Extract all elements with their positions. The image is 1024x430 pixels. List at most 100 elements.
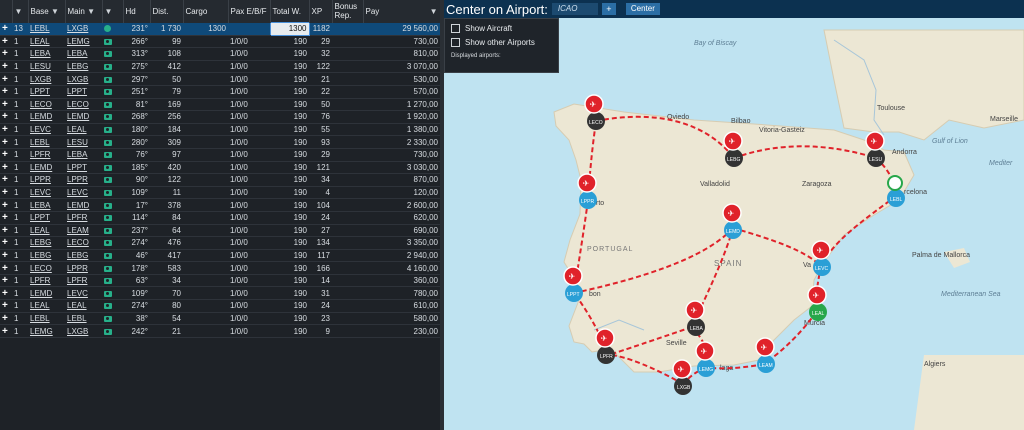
table-row[interactable]: +1 LEBL LEBL 38° 54 1/0/0 190 23 580,00 — [0, 312, 440, 326]
expand-button[interactable]: + — [0, 47, 12, 61]
table-row[interactable]: +1 LEAL LEAL 274° 80 1/0/0 190 24 610,00 — [0, 299, 440, 313]
cell-base[interactable]: LEBG — [28, 236, 65, 250]
cell-main[interactable]: LEBG — [65, 60, 102, 74]
cell-base[interactable]: LXGB — [28, 72, 65, 86]
col-xp[interactable]: XP — [309, 0, 333, 23]
cell-main[interactable]: LEBL — [65, 312, 102, 326]
filter-icon[interactable]: ▼ — [15, 7, 23, 16]
col-pax[interactable]: Pax E/B/F — [228, 0, 271, 23]
expand-button[interactable]: + — [0, 324, 12, 338]
camera-icon[interactable] — [102, 60, 123, 74]
show-aircraft-checkbox[interactable]: Show Aircraft — [451, 24, 558, 33]
camera-icon[interactable] — [102, 198, 123, 212]
expand-button[interactable]: + — [0, 135, 12, 149]
table-row[interactable]: +1 LEVC LEVC 109° 11 1/0/0 190 4 120,00 — [0, 186, 440, 200]
camera-icon[interactable] — [102, 35, 123, 49]
cell-base[interactable]: LPFR — [28, 148, 65, 162]
table-row[interactable]: +1 LEBA LEMD 17° 378 1/0/0 190 104 2 600,00 — [0, 198, 440, 212]
col-icon[interactable]: ▼ — [102, 0, 124, 23]
camera-icon[interactable] — [102, 85, 123, 99]
cell-base[interactable]: LEAL — [28, 35, 65, 49]
table-row[interactable]: +1 LPFR LEBA 76° 97 1/0/0 190 29 730,00 — [0, 148, 440, 162]
expand-button[interactable]: + — [0, 110, 12, 124]
camera-icon[interactable] — [102, 161, 123, 175]
cell-main[interactable]: LEMD — [65, 110, 102, 124]
table-row[interactable]: +1 LPPT LPPT 251° 79 1/0/0 190 22 570,00 — [0, 85, 440, 99]
expand-button[interactable]: + — [0, 211, 12, 225]
camera-icon[interactable] — [102, 186, 123, 200]
expand-button[interactable]: + — [0, 236, 12, 250]
cell-base[interactable]: LPFR — [28, 274, 65, 288]
camera-icon[interactable] — [102, 324, 123, 338]
expand-button[interactable]: + — [0, 198, 12, 212]
cell-base[interactable]: LEMD — [28, 286, 65, 301]
cell-main[interactable]: LEBA — [65, 148, 102, 162]
camera-icon[interactable] — [102, 135, 123, 149]
cell-main[interactable]: LXGB — [65, 324, 102, 338]
camera-icon[interactable] — [102, 211, 123, 225]
expand-button[interactable]: + — [0, 85, 12, 99]
cell-main[interactable]: LEVC — [65, 186, 102, 200]
cell-main[interactable]: LEMG — [65, 35, 102, 49]
cell-base[interactable]: LESU — [28, 60, 65, 74]
table-row[interactable]: +1 LECO LECO 81° 169 1/0/0 190 50 1 270,00 — [0, 98, 440, 112]
col-total-weight[interactable]: Total W. — [270, 0, 310, 23]
camera-icon[interactable] — [102, 98, 123, 112]
col-pay[interactable]: Pay ▼ — [363, 0, 440, 23]
table-row[interactable]: +1 LEVC LEAL 180° 184 1/0/0 190 55 1 380,00 — [0, 123, 440, 137]
expand-button[interactable]: + — [0, 261, 12, 275]
table-row[interactable]: +1 LEMD LPPT 185° 420 1/0/0 190 121 3 030,00 — [0, 161, 440, 175]
cell-main[interactable]: LXGB — [65, 22, 102, 36]
expand-button[interactable]: + — [0, 72, 12, 86]
table-row[interactable]: +1 LEBG LECO 274° 476 1/0/0 190 134 3 350,00 — [0, 236, 440, 250]
camera-icon[interactable] — [102, 274, 123, 288]
col-bonus-rep[interactable]: Bonus Rep. — [332, 0, 364, 23]
cell-base[interactable]: LEAL — [28, 299, 65, 313]
cell-main[interactable]: LEVC — [65, 286, 102, 301]
col-count[interactable]: ▼ — [12, 0, 29, 23]
cell-base[interactable]: LEBL — [28, 135, 65, 149]
table-row[interactable]: +1 LEAL LEMG 266° 99 1/0/0 190 29 730,00 — [0, 35, 440, 49]
cell-base[interactable]: LEBA — [28, 198, 65, 212]
cell-main[interactable]: LPPR — [65, 173, 102, 187]
cell-main[interactable]: LEMD — [65, 198, 102, 212]
checkbox-box[interactable] — [451, 38, 460, 47]
show-other-airports-checkbox[interactable]: Show other Airports — [451, 38, 558, 47]
add-button[interactable]: + — [601, 3, 616, 15]
cell-main[interactable]: LPPR — [65, 261, 102, 275]
camera-icon[interactable] — [102, 286, 123, 301]
expand-button[interactable]: + — [0, 224, 12, 238]
camera-icon[interactable] — [102, 236, 123, 250]
col-hd[interactable]: Hd — [123, 0, 151, 23]
camera-icon[interactable] — [102, 299, 123, 313]
expand-button[interactable]: + — [0, 286, 12, 301]
cell-base[interactable]: LEVC — [28, 186, 65, 200]
cell-main[interactable]: LECO — [65, 236, 102, 250]
camera-icon[interactable] — [102, 312, 123, 326]
col-main[interactable]: Main ▼ — [65, 0, 103, 23]
col-base[interactable]: Base ▼ — [28, 0, 66, 23]
camera-icon[interactable] — [102, 224, 123, 238]
table-row[interactable]: +1 LEMG LXGB 242° 21 1/0/0 190 9 230,00 — [0, 324, 440, 338]
expand-button[interactable]: + — [0, 161, 12, 175]
globe-icon[interactable] — [102, 22, 123, 36]
table-row[interactable]: +1 LPPT LPFR 114° 84 1/0/0 190 24 620,00 — [0, 211, 440, 225]
cell-main[interactable]: LEBA — [65, 47, 102, 61]
table-row[interactable]: +1 LPFR LPFR 63° 34 1/0/0 190 14 360,00 — [0, 274, 440, 288]
cell-base[interactable]: LEVC — [28, 123, 65, 137]
camera-icon[interactable] — [102, 261, 123, 275]
checkbox-box[interactable] — [451, 24, 460, 33]
table-row[interactable]: +1 LESU LEBG 275° 412 1/0/0 190 122 3 070,00 — [0, 60, 440, 74]
table-row[interactable]: +1 LEAL LEAM 237° 64 1/0/0 190 27 690,00 — [0, 224, 440, 238]
cell-main[interactable]: LXGB — [65, 72, 102, 86]
cell-base[interactable]: LEBG — [28, 249, 65, 263]
expand-button[interactable]: + — [0, 22, 12, 36]
table-row[interactable]: +1 LEMD LEVC 109° 70 1/0/0 190 31 780,00 — [0, 286, 440, 301]
expand-button[interactable]: + — [0, 60, 12, 74]
expand-button[interactable]: + — [0, 148, 12, 162]
cell-base[interactable]: LEAL — [28, 224, 65, 238]
expand-button[interactable]: + — [0, 274, 12, 288]
expand-button[interactable]: + — [0, 249, 12, 263]
table-row[interactable]: +1 LEBL LESU 280° 309 1/0/0 190 93 2 330,00 — [0, 135, 440, 149]
cell-main[interactable]: LECO — [65, 98, 102, 112]
